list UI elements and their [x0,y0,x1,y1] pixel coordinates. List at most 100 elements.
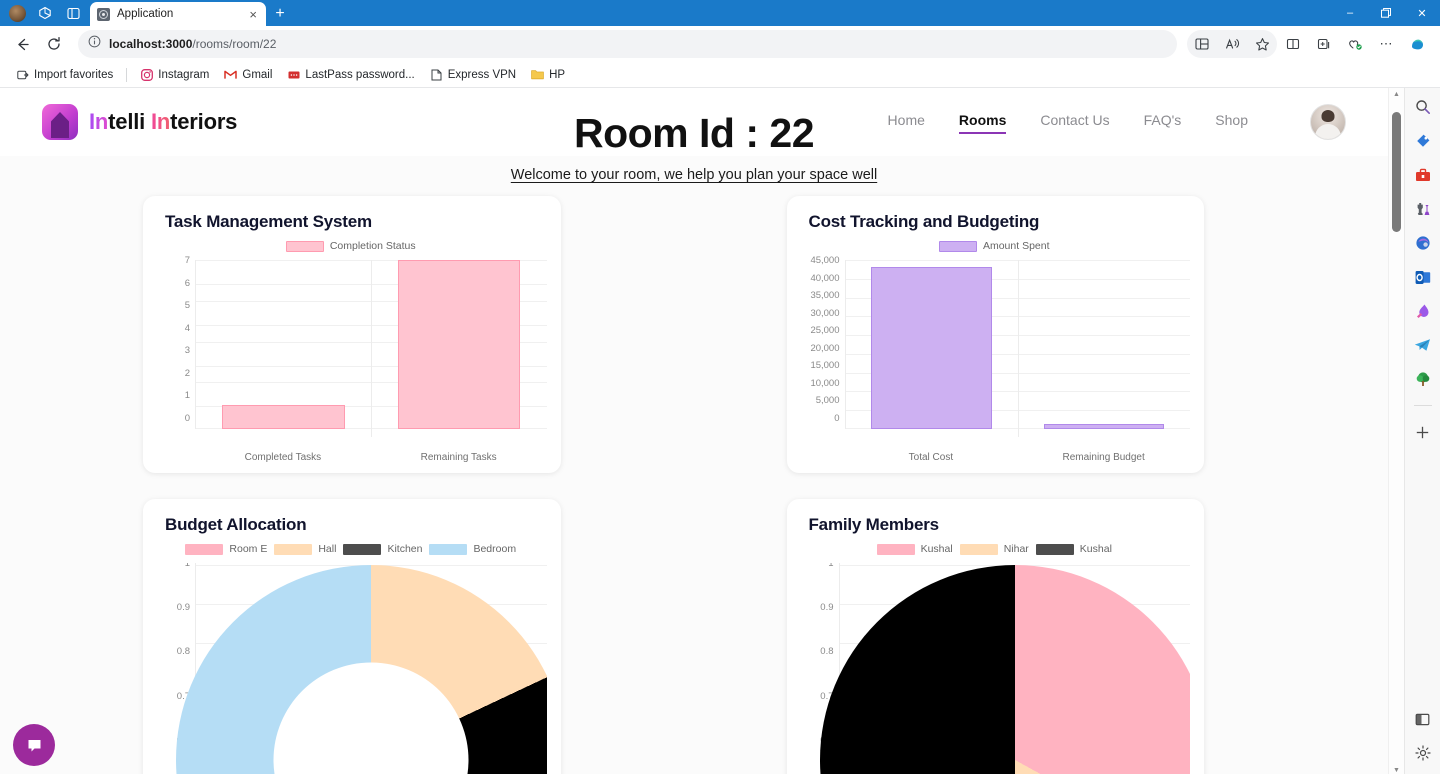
browser-essentials-icon[interactable] [1340,30,1370,58]
y-tick: 1 [184,390,190,402]
legend-item[interactable]: Kushal [1035,543,1112,555]
games-icon[interactable] [1412,198,1434,220]
legend-item[interactable]: Kushal [876,543,953,555]
divider [1413,405,1432,406]
legend-item[interactable]: Completion Status [285,240,416,252]
outlook-icon[interactable] [1412,266,1434,288]
scroll-down-icon[interactable]: ▼ [1393,767,1400,774]
favorite-star-icon[interactable] [1247,30,1277,58]
split-screen-icon[interactable] [1278,30,1308,58]
site-info-icon[interactable] [88,35,101,53]
nav-item-home[interactable]: Home [888,112,925,132]
copilot-icon[interactable] [1412,232,1434,254]
bookmark-hp-folder[interactable]: HP [525,66,571,83]
legend-swatch [343,543,382,555]
bar-total-cost[interactable] [871,266,992,429]
tree-icon[interactable] [1412,368,1434,390]
copilot-icon[interactable] [1402,30,1432,58]
url-text: localhost:3000/rooms/room/22 [109,37,276,51]
scrollbar-thumb[interactable] [1392,112,1401,232]
bar-remaining-tasks[interactable] [397,260,521,429]
legend-item[interactable]: Bedroom [429,543,516,555]
y-tick: 15,000 [810,360,840,372]
chat-bubble-button[interactable] [13,724,55,766]
site-logo[interactable]: Intelli Interiors [42,104,237,140]
legend-item[interactable]: Nihar [959,543,1029,555]
y-tick: 20,000 [810,342,840,354]
instagram-icon [140,68,153,81]
legend-item[interactable]: Amount Spent [938,240,1050,252]
edge-sidebar [1404,88,1440,774]
pie-chart: 1 0.9 0.8 0.7 0.6 0.5 [155,563,547,774]
chart-legend: Completion Status [155,236,547,256]
collections-icon[interactable] [1309,30,1339,58]
tools-icon[interactable] [1412,164,1434,186]
chart-title: Budget Allocation [165,515,307,534]
bar-chart: 7 6 5 4 3 2 1 0 [155,255,547,444]
card-task-management: Task Management System Completion Status… [143,196,561,473]
split-screen-icon[interactable] [1412,708,1434,730]
app-favicon [97,7,110,21]
refresh-icon[interactable] [40,30,68,58]
bookmark-express-vpn[interactable]: Express VPN [424,66,522,83]
nav-item-shop[interactable]: Shop [1215,112,1248,132]
nav-item-rooms[interactable]: Rooms [958,112,1007,134]
search-icon[interactable] [1412,96,1434,118]
user-avatar[interactable] [1310,104,1346,140]
address-bar[interactable]: localhost:3000/rooms/room/22 [78,30,1177,58]
close-window-button[interactable]: ✕ [1404,0,1440,26]
scrollbar-track[interactable] [1389,98,1404,767]
bar-remaining-budget[interactable] [1043,424,1165,429]
minimize-button[interactable]: – [1332,0,1368,26]
pie-slices[interactable] [819,565,1190,774]
read-aloud-icon[interactable] [1217,30,1247,58]
telegram-icon[interactable] [1412,334,1434,356]
back-icon[interactable] [8,30,36,58]
site-header: Intelli Interiors Room Id : 22 Welcome t… [0,88,1388,183]
nav-item-contact-us[interactable]: Contact Us [1040,112,1109,132]
chat-bubble-icon [28,739,40,751]
legend-item[interactable]: Kitchen [343,543,422,555]
bookmark-label: HP [549,68,566,81]
bookmark-lastpass[interactable]: LastPass password... [281,66,420,83]
import-icon [16,68,29,81]
y-tick: 0 [834,412,840,424]
folder-icon [531,68,544,81]
url-host: localhost:3000 [109,37,193,51]
close-icon[interactable]: × [247,8,259,21]
legend-swatch [285,240,324,252]
legend-label: Kitchen [387,543,423,555]
plot-area [195,260,547,437]
chart-legend: Kushal Nihar Kushal [799,539,1191,559]
nav-item-faqs[interactable]: FAQ's [1144,112,1182,132]
page-scrollbar[interactable]: ▲ ▼ [1388,88,1404,774]
settings-gear-icon[interactable] [1412,742,1434,764]
card-budget-allocation: Budget Allocation Room E Hall Kitchen Be… [143,499,561,774]
bookmark-label: LastPass password... [305,68,415,81]
legend-item[interactable]: Hall [274,543,336,555]
x-tick: Remaining Tasks [420,452,497,463]
dashboard-grid: Task Management System Completion Status… [0,160,1388,774]
add-icon[interactable] [1412,421,1434,443]
bookmark-import-favorites[interactable]: Import favorites [10,66,119,83]
y-tick: 35,000 [810,290,840,302]
y-tick: 6 [184,277,190,289]
split-view-icon[interactable] [1187,30,1217,58]
scroll-up-icon[interactable]: ▲ [1393,91,1400,98]
settings-more-icon[interactable]: ⋯ [1371,30,1401,58]
bar-completed-tasks[interactable] [222,404,345,429]
new-tab-button[interactable]: + [266,2,294,26]
workspaces-icon[interactable] [32,2,58,24]
legend-label: Amount Spent [982,240,1050,252]
bookmark-gmail[interactable]: Gmail [218,66,278,83]
maximize-button[interactable] [1368,0,1404,26]
y-tick: 4 [184,322,190,334]
legend-item[interactable]: Room E [185,543,267,555]
profile-avatar-icon[interactable] [4,2,30,24]
bookmark-instagram[interactable]: Instagram [134,66,215,83]
designer-icon[interactable] [1412,300,1434,322]
browser-tab-application[interactable]: Application × [90,2,266,26]
shopping-tag-icon[interactable] [1412,130,1434,152]
chart-legend: Room E Hall Kitchen Bedroom [155,539,547,559]
tab-actions-icon[interactable] [60,2,86,24]
